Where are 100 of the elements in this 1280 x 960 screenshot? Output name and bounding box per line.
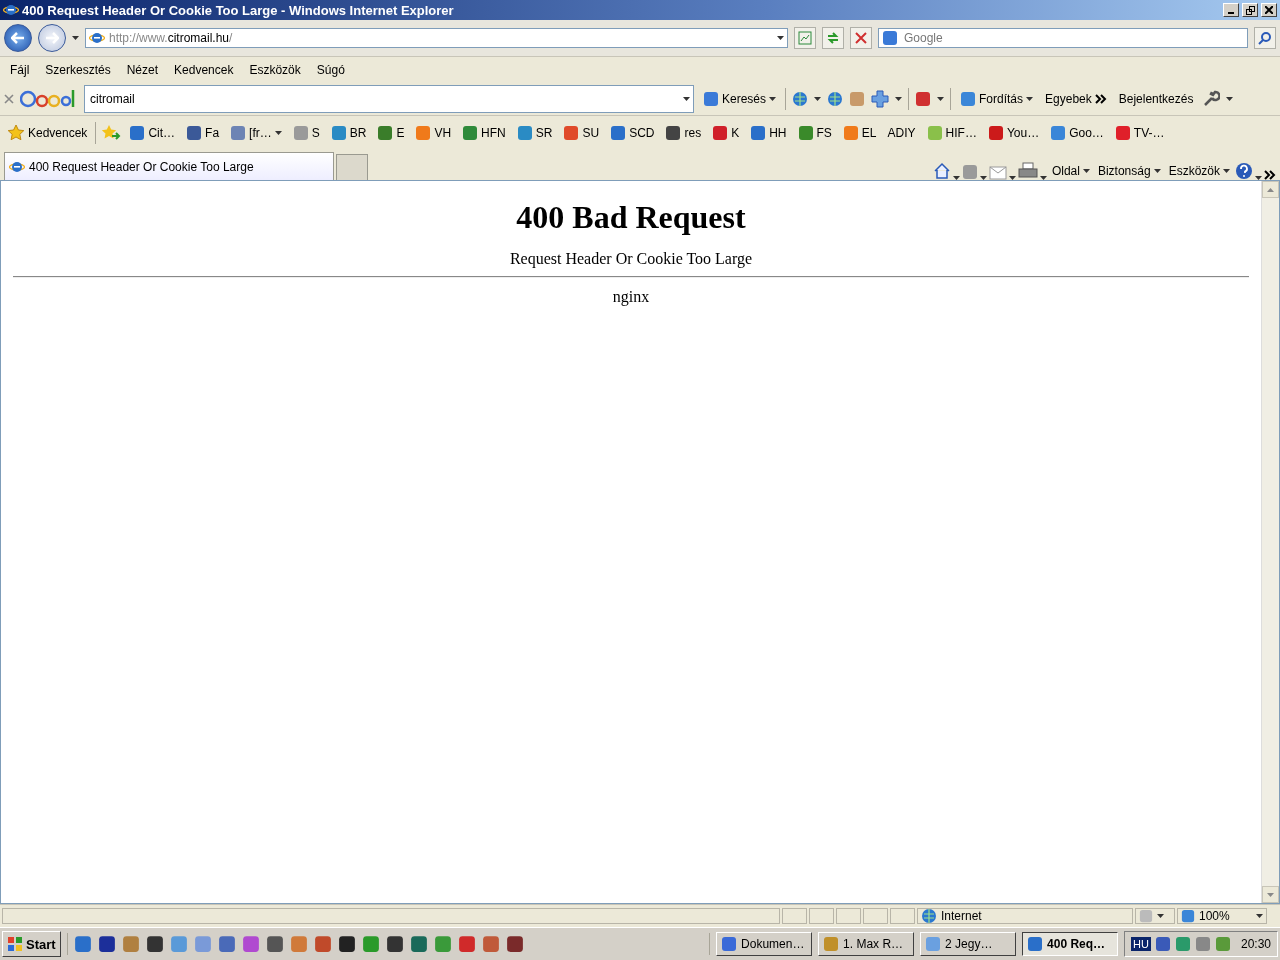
close-icon[interactable]	[4, 94, 14, 104]
favorite-link[interactable]: E	[374, 123, 408, 143]
command-menu-button[interactable]: Oldal	[1048, 162, 1093, 180]
more-button[interactable]: Egyebek	[1042, 90, 1110, 108]
search-button[interactable]: Keresés	[700, 89, 780, 109]
arrow-right-icon	[45, 32, 59, 44]
menu-item[interactable]: Eszközök	[241, 61, 309, 79]
translate-button[interactable]: Fordítás	[957, 89, 1037, 109]
command-menu-button[interactable]: Eszközök	[1165, 162, 1233, 180]
menu-item[interactable]: Súgó	[308, 61, 353, 79]
restore-button[interactable]	[1242, 3, 1258, 17]
favorite-link[interactable]: BR	[327, 123, 370, 143]
caret-icon	[274, 131, 282, 135]
compatibility-button[interactable]	[794, 27, 816, 49]
ie-logo-icon	[3, 2, 19, 18]
zoom-control[interactable]: 100%	[1177, 908, 1267, 924]
caret-icon	[769, 97, 777, 101]
page-chart-icon	[798, 31, 812, 45]
favorite-link[interactable]: You…	[984, 123, 1043, 143]
mail-icon[interactable]	[988, 166, 1007, 180]
favorites-button[interactable]: Kedvencek	[4, 122, 91, 144]
caret-icon	[1223, 169, 1230, 173]
window-title: 400 Request Header Or Cookie Too Large - Windows Internet Explorer	[22, 2, 455, 18]
quick-launch-icon[interactable]	[385, 935, 404, 953]
favorite-link[interactable]: K	[709, 123, 743, 143]
chevron-icon[interactable]	[1264, 170, 1276, 180]
favorite-link[interactable]: res	[662, 123, 705, 143]
caret-icon	[1082, 169, 1090, 173]
minimize-button[interactable]	[1223, 3, 1239, 17]
favorite-link[interactable]: SU	[560, 123, 603, 143]
taskbar-button[interactable]: 400 Req…	[1022, 932, 1119, 956]
scroll-down-button[interactable]	[1262, 886, 1279, 903]
favorite-link[interactable]: Fa	[183, 123, 223, 143]
search-button[interactable]	[1254, 27, 1276, 49]
favorite-link[interactable]: Cit…	[126, 123, 179, 143]
add-favorite-icon[interactable]	[101, 124, 122, 142]
wrench-icon[interactable]	[1202, 90, 1221, 108]
sign-in-button[interactable]: Bejelentkezés	[1115, 90, 1197, 108]
toolbar-search-field[interactable]: citromail	[88, 91, 679, 107]
back-button[interactable]	[4, 24, 32, 52]
favorite-link[interactable]: VH	[412, 123, 455, 143]
taskbar-button[interactable]: 2 Jegy…	[920, 932, 1017, 956]
close-icon	[1265, 6, 1273, 14]
arrow-down-icon	[1267, 892, 1274, 897]
stop-icon	[855, 32, 867, 44]
favorite-link[interactable]: HH	[747, 123, 790, 143]
quick-launch-icon[interactable]	[337, 935, 356, 953]
menu-item[interactable]: Kedvencek	[166, 61, 242, 79]
menu-item[interactable]: Szerkesztés	[37, 61, 119, 79]
address-text: http://www.citromail.hu/	[109, 31, 234, 45]
caret-icon	[895, 97, 903, 101]
start-button[interactable]: Start	[2, 931, 61, 957]
taskbar-button[interactable]: Dokumen…	[716, 932, 813, 956]
favorite-link[interactable]: HIF…	[923, 123, 980, 143]
arrow-up-icon	[1267, 187, 1274, 192]
favorite-link[interactable]: FS	[794, 123, 835, 143]
quick-launch-icon[interactable]	[145, 935, 164, 953]
windows-logo-icon	[7, 936, 23, 952]
status-panel	[782, 908, 807, 924]
stop-button[interactable]	[850, 27, 872, 49]
quick-launch-icon[interactable]	[505, 935, 524, 953]
favorite-link[interactable]: TV-…	[1111, 123, 1168, 143]
favorite-link[interactable]: SCD	[607, 123, 658, 143]
command-menu-button[interactable]: Biztonság	[1094, 162, 1164, 180]
globe-icon	[921, 908, 937, 924]
status-panel	[836, 908, 861, 924]
favorite-link[interactable]: [fr…	[227, 123, 285, 143]
home-icon[interactable]	[932, 162, 951, 180]
favorite-link[interactable]: Goo…	[1047, 123, 1107, 143]
search-box[interactable]: Google	[878, 28, 1248, 48]
favorite-link[interactable]: HFN	[459, 123, 509, 143]
menu-item[interactable]: Fájl	[2, 61, 38, 79]
close-button[interactable]	[1261, 3, 1277, 17]
quick-launch-icon[interactable]	[265, 935, 284, 953]
favorite-link[interactable]: EL	[839, 123, 880, 143]
printer-icon[interactable]	[1017, 162, 1038, 180]
forward-button[interactable]	[38, 24, 66, 52]
server-name: nginx	[611, 288, 651, 306]
quick-launch-icon[interactable]	[97, 935, 116, 953]
status-panel	[863, 908, 888, 924]
language-indicator[interactable]: HU	[1131, 937, 1151, 951]
help-icon[interactable]	[1235, 162, 1253, 180]
caret-icon	[1026, 97, 1034, 101]
favorite-link[interactable]: SR	[513, 123, 556, 143]
caret-icon	[72, 36, 79, 40]
taskbar-button[interactable]: 1. Max R…	[818, 932, 915, 956]
address-field[interactable]: http://www.citromail.hu/	[85, 28, 788, 48]
browser-tab[interactable]: 400 Request Header Or Cookie Too Large	[4, 152, 334, 180]
toolbar-search-box[interactable]: citromail	[84, 85, 694, 113]
scrollbar[interactable]	[1261, 181, 1279, 903]
chevron-icon	[1094, 94, 1107, 104]
favorite-link[interactable]: S	[289, 123, 323, 143]
page-heading: 400 Bad Request	[515, 199, 747, 236]
refresh-button[interactable]	[822, 27, 844, 49]
protected-mode-panel[interactable]	[1135, 908, 1175, 924]
menu-item[interactable]: Nézet	[118, 61, 167, 79]
caret-icon	[1153, 169, 1161, 173]
plus-icon[interactable]	[871, 90, 890, 108]
earth-icon	[827, 91, 844, 107]
favorite-link[interactable]: ADIY	[884, 124, 919, 142]
